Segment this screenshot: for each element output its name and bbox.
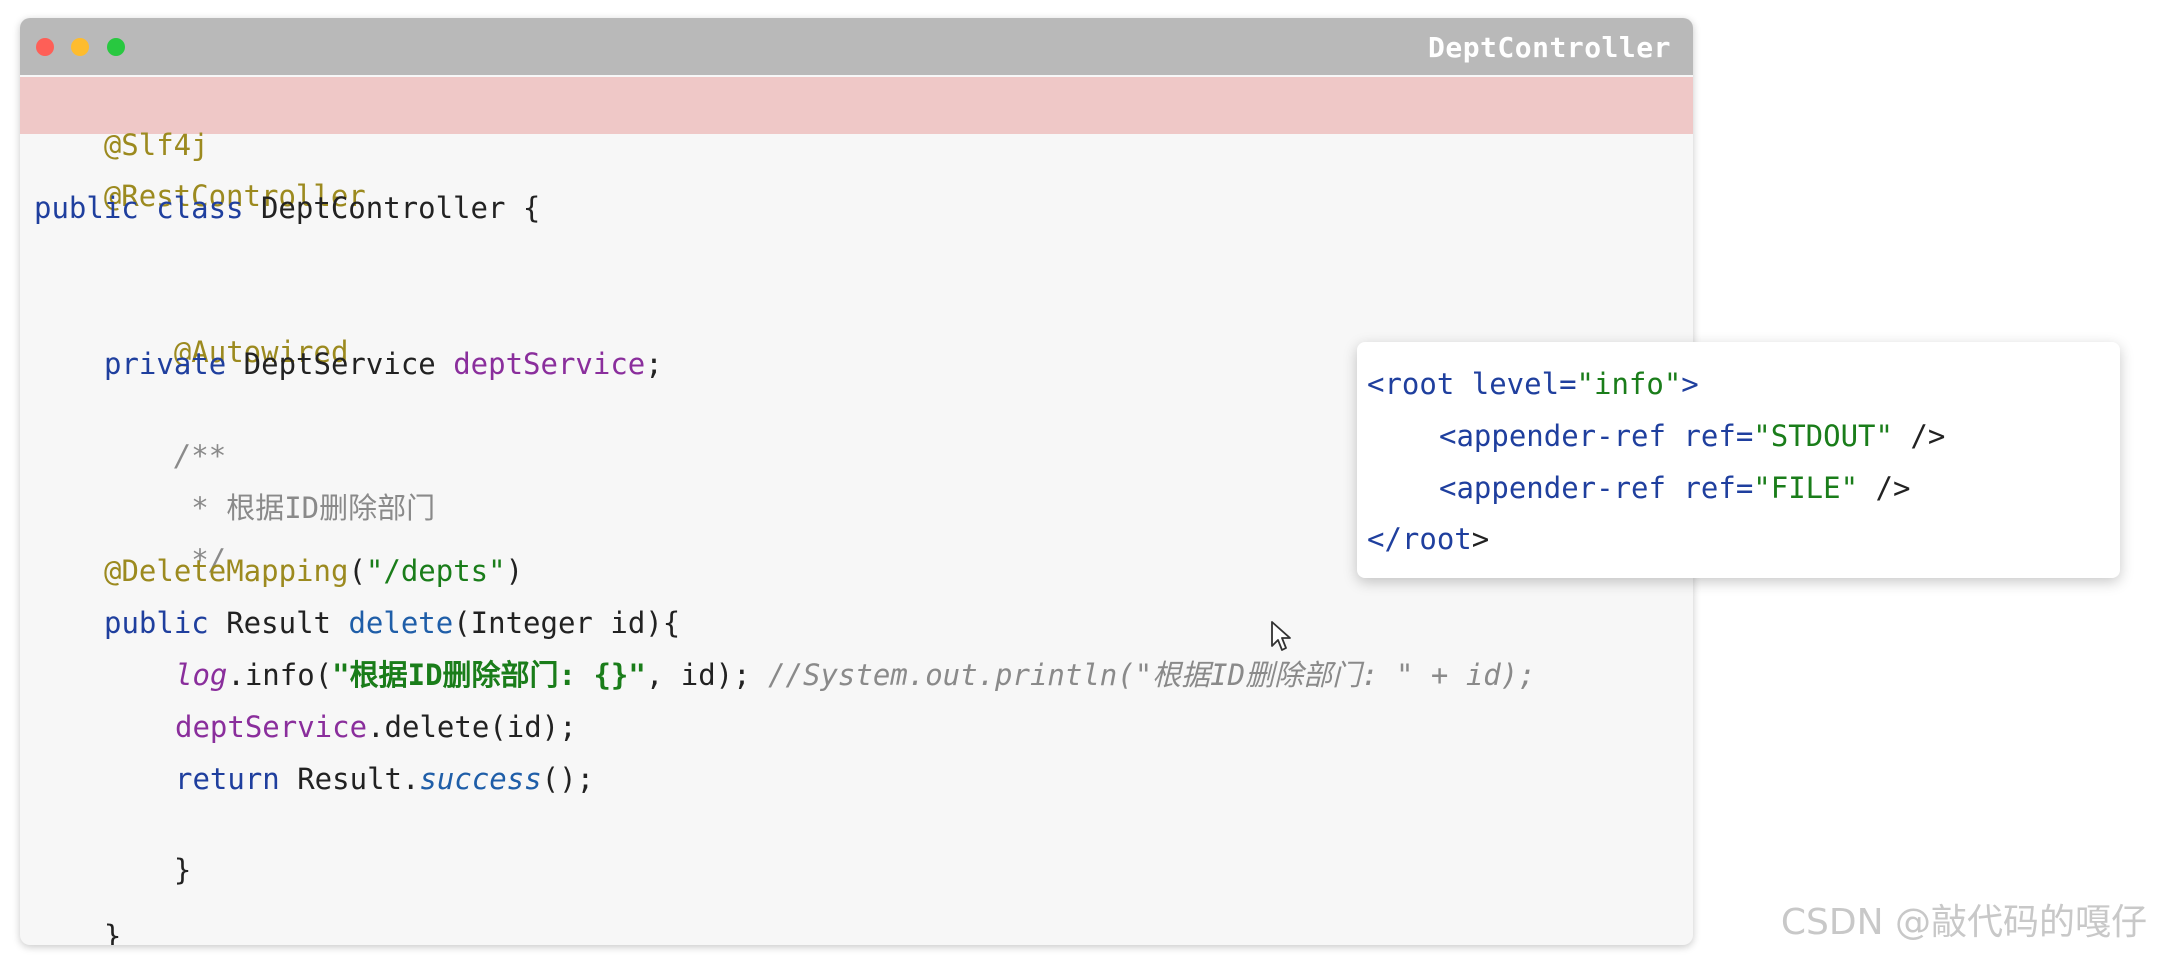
code-line-10: @DeleteMapping("/depts") [104, 551, 523, 591]
root-open-close: > [1681, 367, 1699, 401]
public-keyword: public [104, 606, 209, 640]
return-keyword: return [175, 762, 280, 796]
paren-open: ( [348, 554, 366, 588]
code-line-6: private DeptService deptService; [104, 344, 663, 384]
code-line-3: public class DeptController { [34, 188, 540, 228]
semicolon: ; [645, 347, 663, 381]
return-type: Result [208, 606, 349, 640]
class-name: DeptController { [243, 191, 541, 225]
deletemapping-annotation: @DeleteMapping [104, 554, 349, 588]
delete-call: .delete(id); [367, 710, 577, 744]
csdn-watermark: CSDN @敲代码的嘎仔 [1780, 902, 2147, 943]
xml-config-popup: <root level="info"> <appender-ref ref="S… [1357, 342, 2120, 578]
code-line-11: public Result delete(Integer id){ [104, 603, 680, 643]
class-close-brace: } [103, 919, 122, 945]
highlighted-line [20, 77, 1693, 134]
mapping-path-string: "/depts" [365, 554, 506, 588]
level-attr: level= [1471, 367, 1577, 401]
file-value: "FILE" [1753, 471, 1859, 505]
code-line-16: } [34, 876, 121, 945]
root-close-tag: </root [1367, 522, 1472, 556]
close-dot[interactable] [36, 38, 54, 56]
result-class: Result. [279, 762, 420, 796]
level-value: "info" [1576, 367, 1682, 401]
code-line-12: log.info("根据ID删除部门: {}", id); //System.o… [175, 655, 1536, 695]
appender-ref-tag: <appender-ref [1439, 471, 1684, 505]
self-close: /> [1858, 471, 1911, 505]
ref-attr: ref= [1683, 419, 1754, 453]
mouse-pointer-icon [1271, 621, 1291, 651]
code-line-13: deptService.delete(id); [175, 707, 577, 747]
println-comment: //System.out.println("根据ID删除部门: " + id); [768, 658, 1536, 692]
method-name: delete [348, 606, 454, 640]
minimize-dot[interactable] [71, 38, 89, 56]
stdout-value: "STDOUT" [1753, 419, 1893, 453]
private-keyword: private [104, 347, 227, 381]
service-field: deptService [453, 347, 646, 381]
log-message-string: "根据ID删除部门: {}" [332, 658, 646, 692]
service-type: DeptService [226, 347, 454, 381]
paren-close: ) [505, 554, 524, 588]
xml-line-4: </root> [1367, 519, 1489, 559]
service-ref: deptService [175, 710, 368, 744]
self-close: /> [1892, 419, 1946, 453]
call-end: (); [541, 762, 595, 796]
info-call: .info( [227, 658, 333, 692]
class-keyword: public class [34, 191, 244, 225]
log-args: , id); [645, 658, 769, 692]
window-titlebar: DeptController [20, 18, 1693, 75]
maximize-dot[interactable] [107, 38, 125, 56]
log-field: log [175, 658, 228, 692]
ref-attr: ref= [1683, 471, 1754, 505]
method-params: (Integer id){ [453, 606, 681, 640]
root-open-tag: <root [1367, 367, 1472, 401]
code-line-14: return Result.success(); [175, 759, 594, 799]
xml-line-1: <root level="info"> [1367, 364, 1699, 404]
xml-line-2: <appender-ref ref="STDOUT" /> [1439, 416, 1945, 456]
root-close-bracket: > [1471, 522, 1490, 556]
window-title: DeptController [1427, 31, 1671, 64]
success-method: success [419, 762, 542, 796]
method-close-brace: } [173, 853, 192, 887]
appender-ref-tag: <appender-ref [1439, 419, 1684, 453]
xml-line-3: <appender-ref ref="FILE" /> [1439, 468, 1910, 508]
